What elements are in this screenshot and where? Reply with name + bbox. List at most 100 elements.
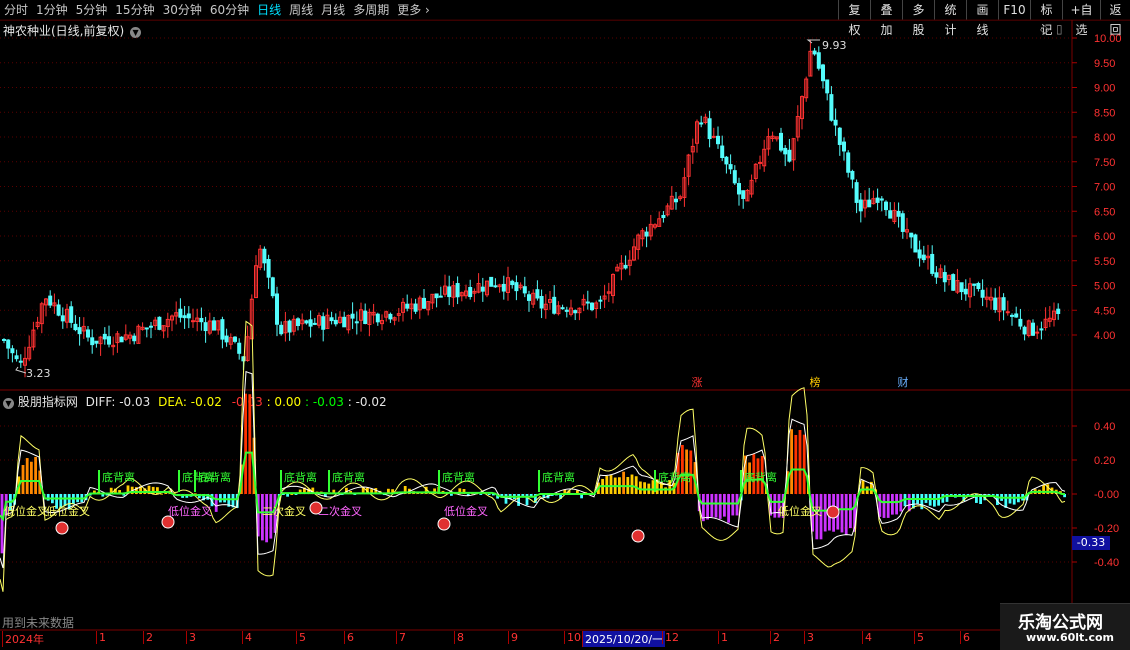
time-label: 5	[914, 631, 924, 644]
macd-bar	[214, 494, 218, 512]
macd-bar	[517, 494, 520, 506]
price-tick-label: 4.50	[1094, 305, 1115, 317]
cross-label: 二次金叉	[262, 504, 306, 518]
candle-body	[199, 317, 204, 323]
candle-body	[573, 310, 578, 314]
time-label: 6	[960, 631, 970, 644]
macd-bar	[773, 494, 777, 518]
macd-bar	[798, 430, 802, 494]
candle-body	[535, 289, 540, 299]
candle-body	[233, 336, 237, 342]
candle-body	[10, 348, 15, 354]
candle-body	[94, 340, 99, 344]
macd-bar	[160, 493, 163, 495]
time-label: 3	[804, 631, 814, 644]
candle-body	[455, 283, 460, 298]
macd-bar	[609, 475, 613, 494]
macd-bar	[639, 481, 642, 494]
candle-body	[514, 282, 519, 292]
signal-ball-icon	[161, 515, 175, 529]
macd-bar	[681, 444, 684, 494]
indicator-tick-label: 0.40	[1094, 421, 1115, 433]
candle-body	[552, 296, 557, 314]
candle-body	[732, 170, 737, 184]
candle-body	[18, 360, 23, 363]
macd-bar	[525, 494, 529, 506]
candle-body	[262, 248, 267, 264]
macd-bar	[605, 475, 609, 494]
time-label: 6	[344, 631, 354, 644]
diff-line	[0, 320, 1066, 592]
badge-cai[interactable]: 财	[895, 376, 911, 390]
macd-bar	[949, 494, 953, 495]
candle-body	[132, 335, 137, 342]
price-tick-label: 8.00	[1094, 132, 1115, 144]
signal-ball-icon	[826, 505, 840, 519]
high-label: 9.93	[822, 39, 847, 52]
macd-bar	[634, 476, 638, 494]
candle-body	[699, 122, 704, 125]
candle-body	[821, 64, 825, 82]
price-tick-label: 10.00	[1094, 33, 1122, 45]
macd-bar	[727, 494, 730, 523]
candle-body	[854, 182, 859, 203]
macd-bar	[731, 494, 735, 516]
candle-body	[157, 316, 162, 330]
signal-ball-icon	[55, 521, 69, 535]
candle-body	[976, 282, 981, 289]
signal-label: 底背离	[102, 470, 135, 484]
candle-body	[585, 301, 590, 304]
price-tick-label: 6.50	[1094, 206, 1115, 218]
chart-canvas[interactable]: 10.00 9.50 9.00 8.50 8.00 7.50 7.00 6.50 6.00 5.5…	[0, 0, 1130, 650]
macd-bar	[723, 494, 726, 517]
signal-ball-icon	[437, 517, 451, 531]
macd-bar	[714, 494, 718, 518]
candle-body	[879, 198, 884, 201]
macd-bar	[46, 494, 50, 501]
candle-body	[321, 316, 326, 330]
macd-bar	[244, 393, 247, 494]
candle-body	[913, 234, 918, 253]
badge-bang[interactable]: 榜	[807, 376, 823, 390]
candle-body	[816, 52, 821, 69]
candle-body	[279, 324, 284, 335]
candle-body	[350, 313, 355, 319]
candle-body	[6, 339, 11, 349]
candle-body	[951, 274, 956, 291]
candle-body	[711, 135, 716, 138]
candle-body	[833, 119, 838, 126]
macd-bar	[643, 482, 646, 494]
candle-body	[333, 319, 338, 325]
macd-bar	[794, 434, 798, 494]
candle-body	[510, 280, 515, 286]
signal-label: 底背离	[284, 470, 317, 484]
candle-body	[48, 295, 53, 306]
macd-bar	[710, 494, 714, 517]
indicator-tick-label: 0.20	[1094, 455, 1115, 467]
candle-body	[707, 118, 712, 140]
macd-bar	[450, 494, 453, 496]
candle-body	[522, 286, 527, 294]
candle-body	[1010, 314, 1014, 317]
high-marker	[806, 39, 820, 44]
price-tick-label: 8.50	[1094, 107, 1115, 119]
candle-body	[191, 320, 195, 323]
cross-label: 低位金叉	[46, 504, 90, 518]
signal-ball-icon	[631, 529, 645, 543]
candle-body	[149, 325, 153, 328]
candle-body	[598, 299, 603, 302]
macd-bar	[25, 458, 29, 494]
candle-body	[560, 307, 565, 310]
candle-body	[539, 295, 544, 309]
candle-body	[921, 254, 926, 261]
badge-zhang[interactable]: 涨	[689, 376, 705, 390]
macd-bar	[622, 471, 625, 494]
signal-marker	[178, 470, 180, 492]
candle-body	[993, 297, 998, 310]
time-axis[interactable]: 2024年 1 2 3 4 5 6 7 8 9 10 2025/10/20/一 12 1 2 3 4 5 6	[0, 630, 1000, 650]
candle-body	[2, 338, 6, 341]
macd-bar	[802, 434, 806, 494]
macd-bar	[844, 494, 848, 535]
candle-body	[623, 264, 628, 269]
candle-body	[489, 276, 494, 287]
